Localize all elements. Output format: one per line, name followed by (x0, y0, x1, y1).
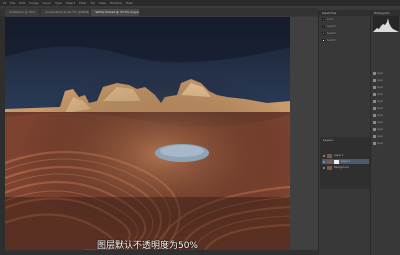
layer-row-selected[interactable]: Layer 1 (322, 159, 369, 164)
menu-item[interactable]: Window (110, 1, 122, 5)
list-item[interactable]: Layer (373, 133, 399, 139)
menu-item[interactable]: Edit (19, 1, 25, 5)
menu-item[interactable]: Select (66, 1, 75, 5)
layer-row[interactable]: Layer 1 (322, 153, 369, 158)
swatch-label: Swatch (327, 39, 337, 42)
swatch[interactable] (322, 25, 325, 28)
layer-icon (373, 127, 376, 131)
list-item[interactable]: Layer (373, 119, 399, 125)
layer-icon (373, 99, 376, 103)
list-item[interactable]: Layer (373, 91, 399, 97)
layer-name: Layer 1 (334, 154, 344, 157)
list-item[interactable]: Layer (373, 84, 399, 90)
document-canvas[interactable] (5, 17, 290, 250)
canvas-pasteboard (290, 17, 318, 255)
tab-histogram[interactable]: Histogram (374, 11, 390, 15)
layer-icon (373, 92, 376, 96)
menu-item[interactable]: Type (55, 1, 62, 5)
list-item[interactable]: Layer (373, 98, 399, 104)
swatch-label: Swatch (327, 25, 337, 28)
video-subtitle: 图层默认不透明度为50% (96, 241, 198, 251)
document-tab[interactable]: Untitled-1 @ 50% (5, 9, 40, 16)
swatch-row[interactable]: Swatch (319, 23, 370, 30)
swatch-label: Color (327, 18, 334, 21)
layers-panel: Layers Layer 1 Layer 1 Background (320, 137, 370, 189)
layer-icon (373, 78, 376, 82)
list-item[interactable]: Layer (373, 126, 399, 132)
document-tab[interactable]: Screenshot @ 66.7% (RGB/8) (41, 9, 90, 16)
tab-swatches[interactable]: Swatches (322, 11, 336, 15)
landscape-photo (5, 17, 290, 250)
menu-item[interactable]: Help (126, 1, 133, 5)
layer-row[interactable]: Background (322, 165, 369, 170)
layer-mask-thumbnail[interactable] (334, 159, 339, 164)
menu-item[interactable]: File (10, 1, 15, 5)
layer-thumbnail (327, 153, 332, 158)
swatch-row[interactable]: Swatch (319, 37, 370, 44)
menu-item[interactable]: Image (29, 1, 38, 5)
list-item[interactable]: Layer (373, 140, 399, 146)
document-tab-bar: Untitled-1 @ 50% Screenshot @ 66.7% (RGB… (0, 8, 318, 16)
layer-icon (373, 106, 376, 110)
menu-item[interactable]: Ps (3, 1, 6, 5)
list-item[interactable]: Layer (373, 70, 399, 76)
visibility-eye-icon[interactable] (323, 166, 325, 169)
layer-icon (373, 71, 376, 75)
layer-name: Layer 1 (341, 160, 351, 163)
menu-item[interactable]: View (99, 1, 106, 5)
swatch[interactable] (322, 39, 325, 42)
menu-bar: Ps File Edit Image Layer Type Select Fil… (0, 0, 400, 6)
swatch[interactable] (322, 18, 325, 21)
histogram-graph (373, 16, 399, 32)
visibility-eye-icon[interactable] (323, 160, 325, 163)
swatch-row[interactable]: Color (319, 16, 370, 23)
list-item[interactable]: Layer (373, 112, 399, 118)
list-item[interactable]: Layer (373, 105, 399, 111)
layer-thumbnail (327, 165, 332, 170)
layer-icon (373, 85, 376, 89)
layer-icon (373, 113, 376, 117)
layer-icon (373, 120, 376, 124)
panels-column-right: Histogram Layer Layer Layer Layer Layer … (370, 10, 400, 255)
swatch[interactable] (322, 32, 325, 35)
menu-item[interactable]: Layer (43, 1, 51, 5)
layer-thumbnail (327, 159, 332, 164)
swatch-row[interactable]: Swatch (319, 30, 370, 37)
layer-icon (373, 141, 376, 145)
document-tab-active[interactable]: White Pocket @ 33.3% (Layer 1, RGB/8) (91, 9, 140, 16)
menu-item[interactable]: Filter (79, 1, 86, 5)
adjustments-list: Layer Layer Layer Layer Layer Layer Laye… (373, 70, 399, 147)
swatch-label: Swatch (327, 32, 337, 35)
layer-name: Background (334, 166, 349, 169)
visibility-eye-icon[interactable] (323, 154, 325, 157)
list-item[interactable]: Layer (373, 77, 399, 83)
menu-item[interactable]: 3D (91, 1, 95, 5)
layer-icon (373, 134, 376, 138)
tab-layers[interactable]: Layers (323, 138, 333, 142)
layers-panel-header[interactable]: Layers (320, 137, 370, 143)
panels-column: Swatches Color Swatch Swatch Swatch Laye… (318, 10, 370, 255)
